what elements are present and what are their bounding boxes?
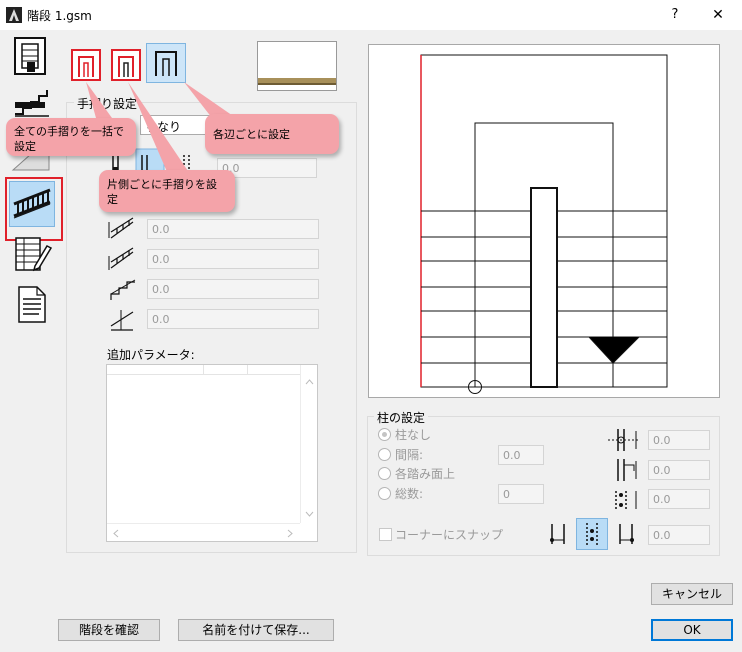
column-width-field[interactable]: 0.0 [648, 460, 710, 480]
callout-all-railings: 全ての手摺りを一括で設定 [6, 118, 136, 156]
snap-center-icon[interactable] [576, 518, 608, 550]
column-height-field[interactable]: 0.0 [648, 489, 710, 509]
column-group-title: 柱の設定 [374, 409, 429, 426]
snap-to-corner-label: コーナーにスナップ [395, 528, 504, 542]
column-height-icon [606, 487, 642, 513]
column-width-icon [606, 457, 642, 483]
radio-total[interactable] [378, 487, 391, 500]
total-count-field[interactable]: 0 [498, 484, 544, 504]
radio-spacing[interactable] [378, 448, 391, 461]
check-stair-button[interactable]: 階段を確認 [58, 619, 160, 641]
radio-total-label: 総数: [395, 487, 424, 501]
spacing-field[interactable]: 0.0 [498, 445, 544, 465]
radio-no-column-label: 柱なし [395, 428, 432, 442]
cancel-button[interactable]: キャンセル [651, 583, 733, 605]
radio-spacing-label: 間隔: [395, 448, 424, 462]
callout-each-side: 片側ごとに手摺りを設定 [99, 170, 235, 212]
snap-to-corner-checkbox[interactable] [379, 528, 392, 541]
stair-plan-preview [368, 44, 720, 398]
snap-field[interactable]: 0.0 [648, 525, 710, 545]
snap-left-icon[interactable] [546, 520, 574, 548]
radio-each-tread[interactable] [378, 467, 391, 480]
column-offset-field[interactable]: 0.0 [648, 430, 710, 450]
radio-each-tread-label: 各踏み面上 [395, 467, 456, 481]
callout-each-edge: 各辺ごとに設定 [205, 114, 339, 154]
column-offset-icon [606, 427, 642, 453]
save-as-button[interactable]: 名前を付けて保存... [178, 619, 334, 641]
ok-button[interactable]: OK [651, 619, 733, 641]
snap-right-icon[interactable] [612, 520, 640, 548]
radio-no-column[interactable] [378, 428, 391, 441]
